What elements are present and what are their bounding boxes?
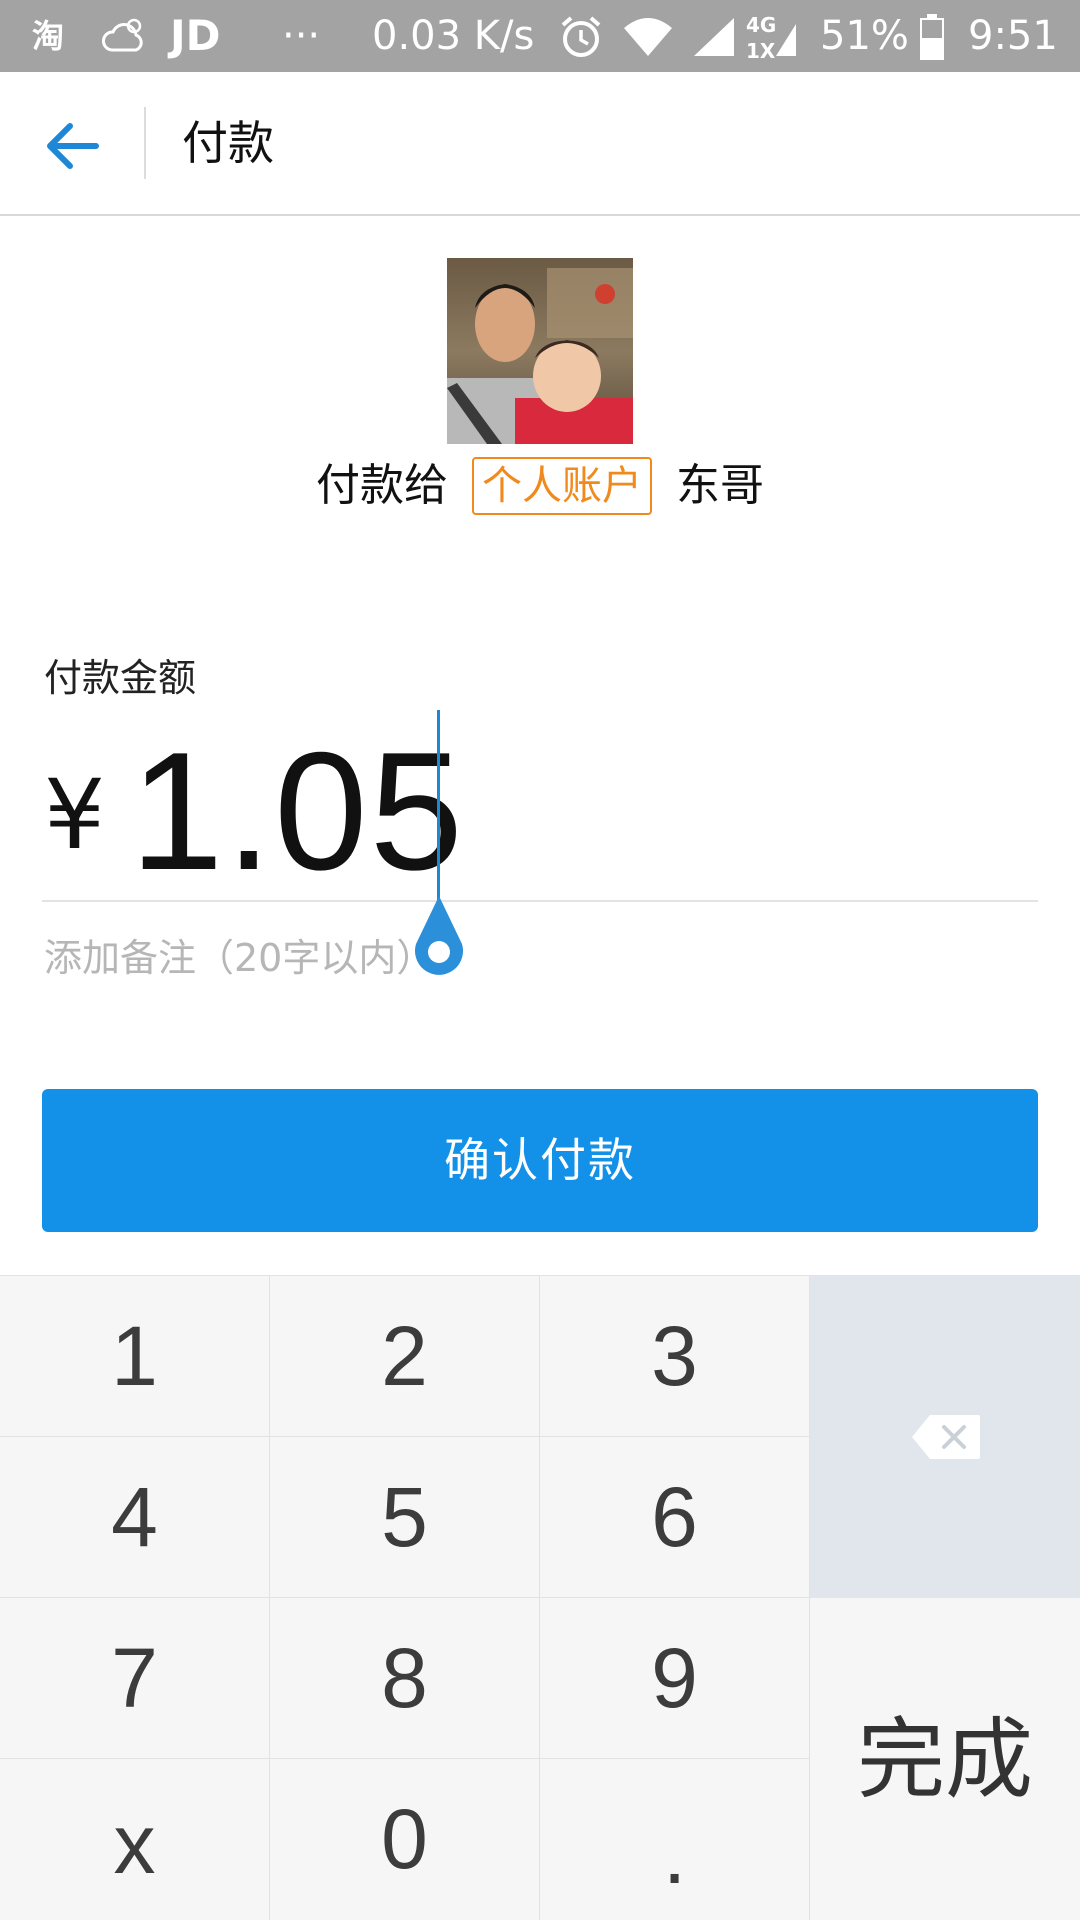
network-speed: 0.03 K/s xyxy=(372,13,535,59)
key-7[interactable]: 7 xyxy=(0,1598,270,1759)
jd-icon: JD xyxy=(170,11,221,60)
weather-cloud-icon xyxy=(100,14,148,58)
signal-icon xyxy=(692,16,736,58)
numeric-keypad: 1 2 3 4 5 6 7 8 9 x 0 . 完成 xyxy=(0,1275,1080,1920)
key-1[interactable]: 1 xyxy=(0,1276,270,1437)
cursor-handle-icon[interactable] xyxy=(410,896,468,980)
network-type-bottom: 1X xyxy=(746,39,776,63)
payee-name: 东哥 xyxy=(676,460,764,511)
page-title: 付款 xyxy=(182,116,274,170)
arrow-left-icon xyxy=(47,123,99,169)
backspace-key[interactable] xyxy=(810,1276,1080,1598)
key-8[interactable]: 8 xyxy=(270,1598,540,1759)
backspace-icon xyxy=(912,1415,980,1459)
payee-prefix: 付款给 xyxy=(316,460,448,511)
payee-avatar xyxy=(447,258,633,444)
key-x[interactable]: x xyxy=(0,1759,270,1920)
text-cursor xyxy=(437,710,440,908)
payee-line: 付款给 个人账户 东哥 xyxy=(0,452,1080,518)
amount-underline xyxy=(42,900,1038,902)
key-4[interactable]: 4 xyxy=(0,1437,270,1598)
key-5[interactable]: 5 xyxy=(270,1437,540,1598)
app-bar: 付款 xyxy=(0,72,1080,216)
key-9[interactable]: 9 xyxy=(540,1598,810,1759)
battery-percent: 51% xyxy=(820,13,909,59)
status-bar: 淘 JD ··· 0.03 K/s 4G 1X 51% 9:51 xyxy=(0,0,1080,72)
account-type-badge: 个人账户 xyxy=(472,457,652,515)
key-3[interactable]: 3 xyxy=(540,1276,810,1437)
wifi-icon xyxy=(622,16,674,58)
key-6[interactable]: 6 xyxy=(540,1437,810,1598)
clock: 9:51 xyxy=(968,13,1058,59)
signal-secondary-icon xyxy=(774,20,798,58)
key-decimal[interactable]: . xyxy=(540,1759,810,1920)
back-button[interactable] xyxy=(30,104,114,188)
more-notifications-icon: ··· xyxy=(282,13,321,59)
divider xyxy=(144,107,146,179)
done-key[interactable]: 完成 xyxy=(810,1598,1080,1920)
confirm-payment-button[interactable]: 确认付款 xyxy=(42,1089,1038,1232)
remark-input[interactable]: 添加备注（20字以内） xyxy=(44,930,434,986)
taobao-icon: 淘 xyxy=(32,17,65,55)
key-2[interactable]: 2 xyxy=(270,1276,540,1437)
currency-symbol: ¥ xyxy=(44,759,106,871)
battery-icon xyxy=(920,14,944,60)
amount-label: 付款金额 xyxy=(44,656,197,700)
alarm-icon xyxy=(558,14,604,60)
amount-input[interactable]: 1.05 xyxy=(130,716,465,906)
key-0[interactable]: 0 xyxy=(270,1759,540,1920)
